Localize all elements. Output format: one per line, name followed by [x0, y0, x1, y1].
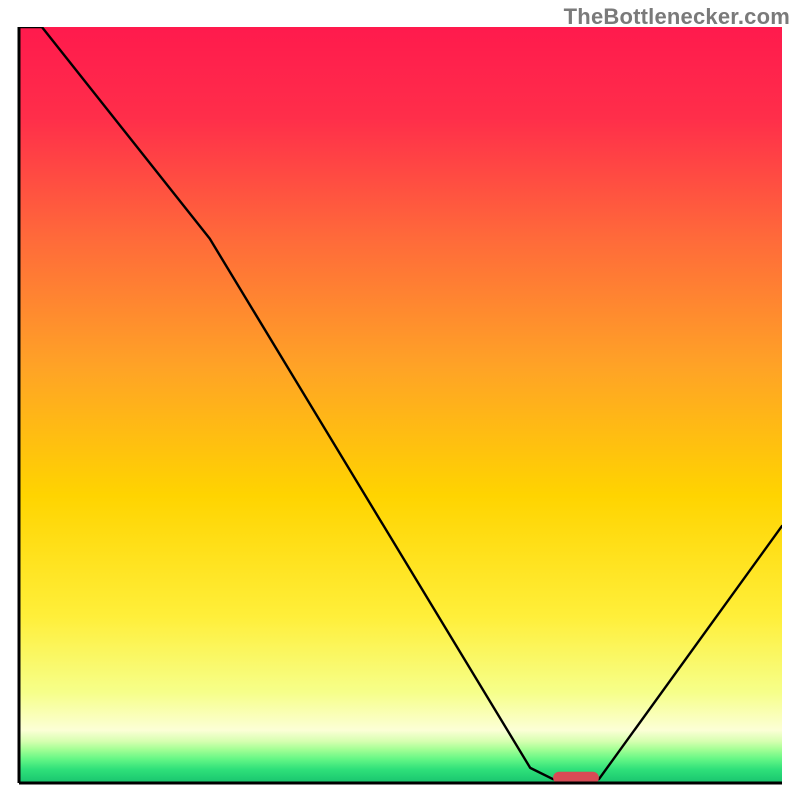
gradient-background	[19, 27, 782, 783]
attribution-text: TheBottlenecker.com	[564, 4, 790, 30]
bottleneck-chart	[0, 0, 800, 800]
chart-frame: TheBottlenecker.com	[0, 0, 800, 800]
